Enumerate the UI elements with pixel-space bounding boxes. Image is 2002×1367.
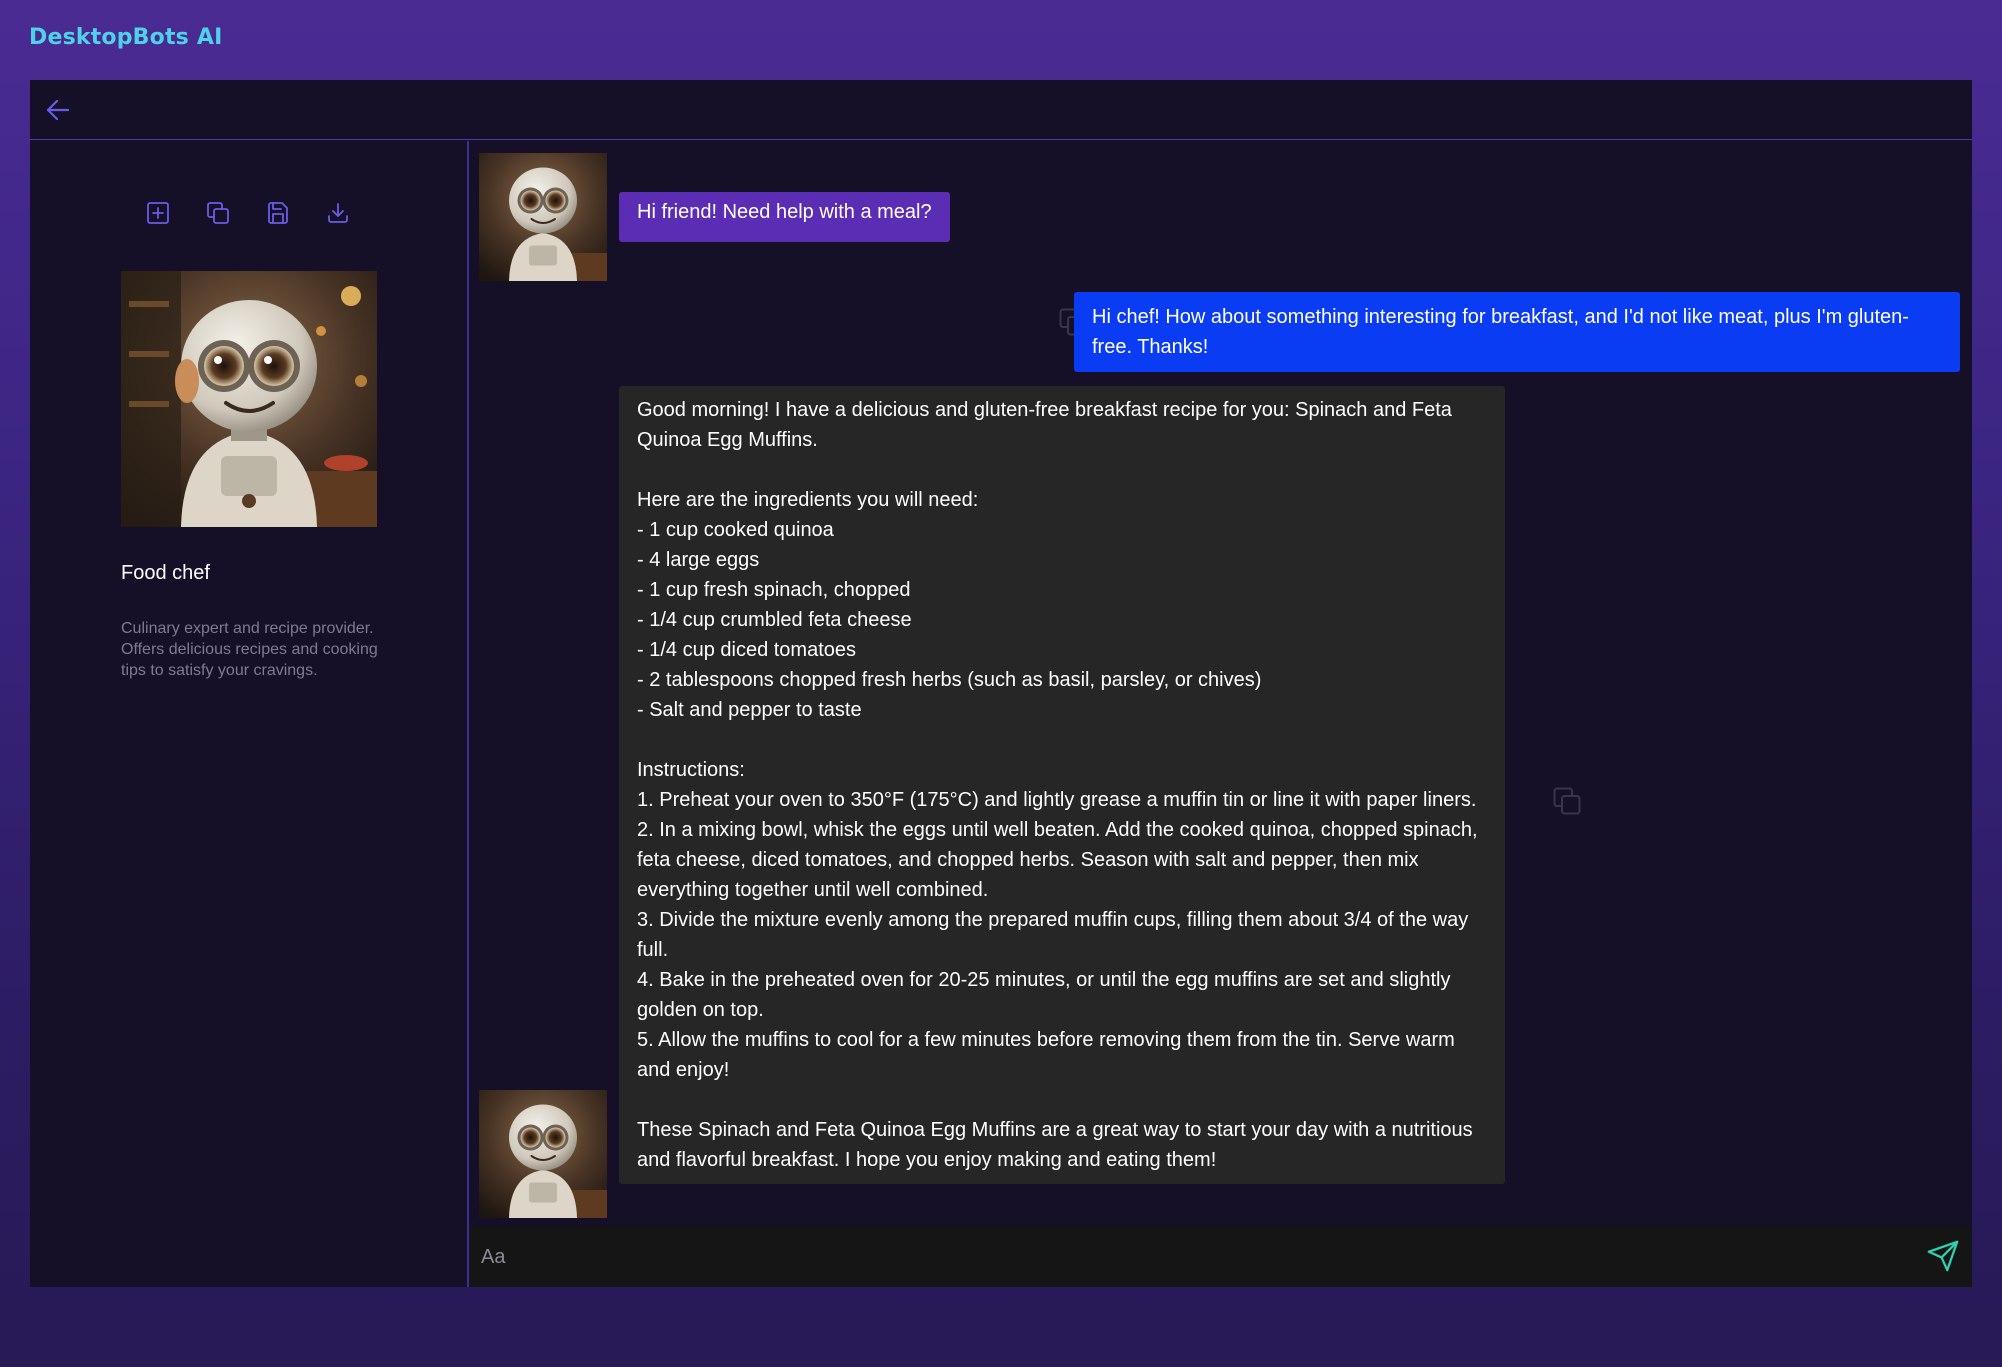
chat-window: Food chef Culinary expert and recipe pro… xyxy=(30,80,1972,1287)
copy-icon xyxy=(207,202,229,224)
download-icon xyxy=(328,203,348,223)
chat-panel: Hi friend! Need help with a meal? Hi che… xyxy=(469,141,1972,1287)
copy-message-button[interactable] xyxy=(1552,786,1582,816)
save-bot-button[interactable] xyxy=(264,199,292,227)
save-icon xyxy=(268,202,288,224)
bot-toolbar xyxy=(144,199,352,227)
copy-icon xyxy=(1553,787,1581,815)
download-bot-button[interactable] xyxy=(324,199,352,227)
app-brand: DesktopBots AI xyxy=(29,25,223,50)
add-bot-button[interactable] xyxy=(144,199,172,227)
bot-avatar xyxy=(479,1090,607,1218)
message-input[interactable] xyxy=(479,1236,1883,1278)
plus-square-icon xyxy=(147,202,169,224)
bot-portrait xyxy=(121,271,377,527)
bot-description: Culinary expert and recipe provider. Off… xyxy=(121,620,378,679)
arrow-left-icon xyxy=(46,99,70,121)
bot-name: Food chef xyxy=(121,562,210,584)
top-bar xyxy=(30,80,1972,140)
duplicate-bot-button[interactable] xyxy=(204,199,232,227)
bot-message: Good morning! I have a delicious and glu… xyxy=(619,386,1505,1184)
bot-sidebar: Food chef Culinary expert and recipe pro… xyxy=(30,141,469,1287)
bot-avatar xyxy=(479,153,607,281)
send-button[interactable] xyxy=(1926,1239,1960,1273)
back-button[interactable] xyxy=(44,96,72,124)
bot-message: Hi friend! Need help with a meal? xyxy=(619,192,950,242)
send-icon xyxy=(1927,1240,1959,1272)
message-composer xyxy=(469,1226,1972,1287)
user-message: Hi chef! How about something interesting… xyxy=(1074,292,1960,372)
